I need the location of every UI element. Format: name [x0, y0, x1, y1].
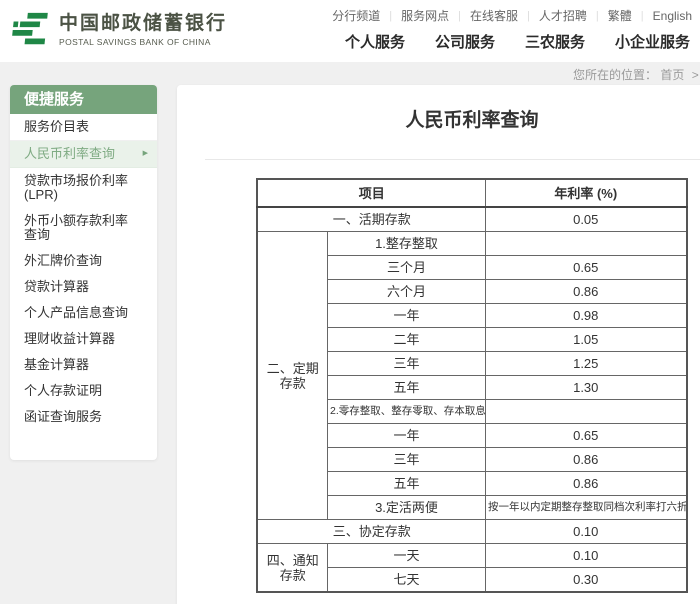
table-header-row: 项目 年利率 (%)	[257, 179, 686, 207]
column-header-item: 项目	[257, 179, 485, 207]
table-cell: 三年	[327, 352, 485, 376]
table-cell: 1.05	[486, 328, 687, 352]
nav-item-3[interactable]: 小企业服务	[615, 31, 690, 52]
table-cell: 七天	[327, 568, 485, 593]
table-cell-category: 四、通知存款	[257, 544, 327, 593]
sidebar-item-0[interactable]: 服务价目表	[10, 114, 157, 141]
sidebar-item-6[interactable]: 个人产品信息查询	[10, 300, 157, 326]
table-cell: 0.05	[486, 207, 687, 232]
sidebar-item-10[interactable]: 函证查询服务	[10, 404, 157, 430]
sidebar-item-7[interactable]: 理财收益计算器	[10, 326, 157, 352]
table-cell: 1.30	[486, 376, 687, 400]
sidebar-item-2[interactable]: 贷款市场报价利率 (LPR)	[10, 168, 157, 208]
sidebar-item-4[interactable]: 外汇牌价查询	[10, 248, 157, 274]
table-cell: 五年	[327, 376, 485, 400]
page: 中国邮政储蓄银行 POSTAL SAVINGS BANK OF CHINA 分行…	[0, 0, 700, 604]
table-cell: 0.86	[486, 448, 687, 472]
table-cell: 一年	[327, 424, 485, 448]
table-cell: 0.65	[486, 256, 687, 280]
table-cell	[486, 400, 687, 424]
site-header: 中国邮政储蓄银行 POSTAL SAVINGS BANK OF CHINA 分行…	[0, 0, 700, 62]
table-row-14: 四、通知存款一天0.10	[257, 544, 686, 568]
topbar-link-0[interactable]: 分行频道	[332, 7, 380, 24]
sidebar-item-9[interactable]: 个人存款证明	[10, 378, 157, 404]
table-cell: 0.10	[486, 544, 687, 568]
bank-logo[interactable]: 中国邮政储蓄银行 POSTAL SAVINGS BANK OF CHINA	[12, 9, 227, 51]
table-body: 一、活期存款0.05二、定期存款1.整存整取三个月0.65六个月0.86一年0.…	[257, 207, 686, 592]
main-nav: 个人服务 公司服务 三农服务 小企业服务	[345, 31, 690, 52]
main-content: 人民币利率查询 项目 年利率 (%) 一、活期存款0.05二、定期存款1.整存整…	[177, 85, 700, 604]
nav-item-0[interactable]: 个人服务	[345, 31, 405, 52]
table-cell: 0.86	[486, 280, 687, 304]
sidebar-title: 便捷服务	[10, 85, 157, 114]
breadcrumb-home-link[interactable]: 首页	[660, 68, 684, 82]
table-cell: 一天	[327, 544, 485, 568]
nav-item-2[interactable]: 三农服务	[525, 31, 585, 52]
topbar-link-4[interactable]: 繁體	[608, 7, 632, 24]
topbar-separator: |	[641, 10, 644, 22]
page-title: 人民币利率查询	[177, 109, 700, 132]
table-cell: 1.整存整取	[327, 232, 485, 256]
active-item-arrow-icon: ▶	[143, 147, 148, 161]
sidebar-item-8[interactable]: 基金计算器	[10, 352, 157, 378]
table-header: 项目 年利率 (%)	[257, 179, 686, 207]
topbar-link-3[interactable]: 人才招聘	[539, 7, 587, 24]
table-cell: 六个月	[327, 280, 485, 304]
table-cell: 0.65	[486, 424, 687, 448]
topbar-link-1[interactable]: 服务网点	[401, 7, 449, 24]
topbar-separator: |	[389, 10, 392, 22]
sidebar-item-3[interactable]: 外币小额存款利率查询	[10, 208, 157, 248]
table-cell	[486, 232, 687, 256]
table-row-1: 二、定期存款1.整存整取	[257, 232, 686, 256]
psbc-logo-icon	[12, 9, 50, 51]
breadcrumb: 您所在的位置： 首页 > 便捷服务	[573, 66, 700, 83]
topbar-separator: |	[596, 10, 599, 22]
table-cell-category: 二、定期存款	[257, 232, 327, 520]
table-cell: 三年	[327, 448, 485, 472]
title-divider	[205, 159, 700, 160]
topbar-links: 分行频道 | 服务网点 | 在线客服 | 人才招聘 | 繁體 | English	[332, 7, 692, 24]
bank-name-en: POSTAL SAVINGS BANK OF CHINA	[59, 37, 227, 47]
table-cell: 0.86	[486, 472, 687, 496]
table-row-13: 三、协定存款0.10	[257, 520, 686, 544]
breadcrumb-separator: >	[692, 68, 699, 82]
column-header-rate: 年利率 (%)	[486, 179, 687, 207]
table-cell: 3.定活两便	[327, 496, 485, 520]
table-cell-category: 三、协定存款	[257, 520, 485, 544]
interest-rate-table: 项目 年利率 (%) 一、活期存款0.05二、定期存款1.整存整取三个月0.65…	[256, 178, 687, 593]
table-cell: 2.零存整取、整存零取、存本取息	[327, 400, 485, 424]
topbar-separator: |	[458, 10, 461, 22]
table-cell: 0.10	[486, 520, 687, 544]
table-cell: 五年	[327, 472, 485, 496]
topbar-separator: |	[527, 10, 530, 22]
sidebar-item-1[interactable]: 人民币利率查询▶	[10, 141, 157, 168]
sidebar-menu: 服务价目表人民币利率查询▶贷款市场报价利率 (LPR)外币小额存款利率查询外汇牌…	[10, 114, 157, 430]
table-cell: 1.25	[486, 352, 687, 376]
table-cell: 0.30	[486, 568, 687, 593]
table-cell: 一年	[327, 304, 485, 328]
table-cell: 二年	[327, 328, 485, 352]
nav-item-1[interactable]: 公司服务	[435, 31, 495, 52]
breadcrumb-prefix: 您所在的位置：	[573, 68, 657, 82]
table-cell: 按一年以内定期整存整取同档次利率打六折	[486, 496, 687, 520]
bank-name-cn: 中国邮政储蓄银行	[59, 13, 227, 35]
table-cell: 三个月	[327, 256, 485, 280]
table-row-0: 一、活期存款0.05	[257, 207, 686, 232]
table-cell: 0.98	[486, 304, 687, 328]
sidebar-item-5[interactable]: 贷款计算器	[10, 274, 157, 300]
sidebar: 便捷服务 服务价目表人民币利率查询▶贷款市场报价利率 (LPR)外币小额存款利率…	[10, 85, 157, 460]
table-cell-category: 一、活期存款	[257, 207, 485, 232]
topbar-link-5[interactable]: English	[653, 9, 692, 23]
logo-text: 中国邮政储蓄银行 POSTAL SAVINGS BANK OF CHINA	[59, 13, 227, 47]
topbar-link-2[interactable]: 在线客服	[470, 7, 518, 24]
